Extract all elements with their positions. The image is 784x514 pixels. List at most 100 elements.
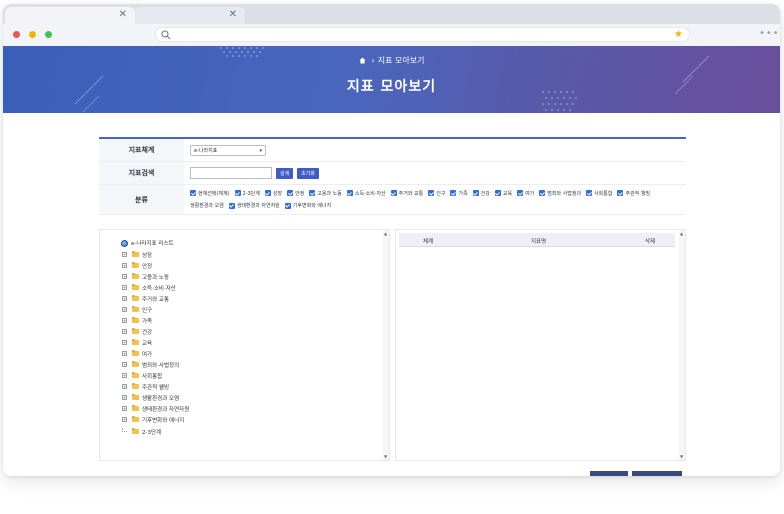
category-checkbox[interactable]: 범죄와 사법정의	[539, 188, 581, 198]
tree-item[interactable]: + 안정	[122, 261, 152, 270]
checkbox-checked-icon	[617, 190, 624, 197]
tree-scrollbar[interactable]: ▲ ▼	[383, 230, 389, 460]
tree-root[interactable]: e-나라지표 리스트	[121, 239, 174, 247]
search-button[interactable]: 검색	[276, 167, 294, 179]
expand-plus-icon[interactable]: +	[122, 373, 127, 378]
indicator-tree-panel[interactable]: e-나라지표 리스트 + 성장 + 안정 + 고용과 노동 + 소득·소비·자산 + 주거…	[99, 229, 390, 461]
folder-icon	[132, 294, 139, 301]
main-content: 지표체계 e-나라지표 ▾ 지표검색 검색 초기화 분류 현재선택(체계) 2-…	[3, 113, 780, 476]
expand-plus-icon[interactable]: +	[122, 417, 127, 422]
tree-item[interactable]: + 주관적 웰빙	[122, 382, 169, 391]
system-select[interactable]: e-나라지표 ▾	[190, 144, 266, 156]
tree-root-label: e-나라지표 리스트	[131, 241, 174, 247]
expand-plus-icon[interactable]: +	[122, 263, 127, 268]
window-maximize-button[interactable]	[45, 31, 52, 38]
expand-plus-icon[interactable]: +	[122, 274, 127, 279]
folder-icon	[132, 283, 139, 290]
checkbox-checked-icon	[190, 190, 196, 197]
tree-branch-icon	[122, 428, 127, 432]
filter-row-system: 지표체계 e-나라지표 ▾	[99, 139, 686, 162]
browser-tab-inactive[interactable]: ✕	[135, 7, 245, 24]
tree-item[interactable]: + 기후변화와 에너지	[122, 415, 184, 424]
folder-icon	[132, 360, 139, 367]
scroll-up-icon[interactable]: ▲	[680, 231, 683, 236]
address-bar[interactable]: ★	[155, 27, 690, 42]
category-checkbox[interactable]: 기후변화와 에너지	[284, 201, 331, 211]
tree-item[interactable]: + 성장	[122, 250, 152, 259]
expand-plus-icon[interactable]: +	[122, 340, 127, 345]
close-icon[interactable]: ✕	[229, 8, 237, 22]
tree-item[interactable]: + 교육	[122, 338, 152, 347]
category-checkbox[interactable]: 생활환경과 오염	[190, 201, 224, 211]
grid-scrollbar[interactable]: ▲ ▼	[679, 230, 685, 460]
grid-column-header: 지표명	[531, 239, 547, 245]
tree-item[interactable]: 2-3단계	[122, 427, 161, 436]
checkbox-checked-icon	[494, 190, 501, 197]
expand-plus-icon[interactable]: +	[122, 307, 127, 312]
tree-item[interactable]: + 건강	[122, 327, 152, 336]
category-checkbox[interactable]: 주관적 웰빙	[617, 188, 650, 198]
tree-item[interactable]: + 고용과 노동	[122, 272, 169, 281]
tree-item-label: 주거와 교통	[142, 296, 170, 303]
tree-item[interactable]: + 생활환경과 오염	[122, 393, 179, 402]
category-checkbox[interactable]: 2-3단계	[234, 188, 260, 198]
home-icon[interactable]	[359, 57, 366, 64]
tree-item[interactable]: + 사회통합	[122, 371, 162, 380]
bottom-action-button[interactable]	[590, 471, 628, 476]
folder-icon	[132, 305, 139, 312]
search-input[interactable]	[190, 167, 272, 179]
checkbox-checked-icon	[450, 190, 457, 197]
checkbox-checked-icon	[264, 190, 271, 197]
grid-column-header: 체계	[423, 239, 434, 245]
expand-plus-icon[interactable]: +	[122, 296, 127, 301]
category-checkbox[interactable]: 인구	[428, 188, 445, 198]
more-options-icon[interactable]: •••	[759, 27, 780, 41]
bookmark-star-icon[interactable]: ★	[674, 28, 683, 41]
window-close-button[interactable]	[13, 31, 20, 38]
category-checkbox[interactable]: 생태환경과 자연자원	[228, 201, 280, 211]
expand-plus-icon[interactable]: +	[122, 285, 127, 290]
category-checkbox[interactable]: 고용과 노동	[309, 188, 342, 198]
tree-item[interactable]: + 범죄와 사법정의	[122, 360, 179, 369]
category-checkbox[interactable]: 소득·소비·자산	[346, 188, 386, 198]
expand-plus-icon[interactable]: +	[122, 252, 127, 257]
expand-plus-icon[interactable]: +	[122, 395, 127, 400]
tree-item[interactable]: + 가족	[122, 316, 152, 325]
expand-plus-icon[interactable]: +	[122, 351, 127, 356]
scroll-down-icon[interactable]: ▼	[384, 454, 387, 459]
scroll-up-icon[interactable]: ▲	[384, 231, 387, 236]
tree-item[interactable]: + 생태환경과 자연자원	[122, 404, 189, 413]
browser-tab-active[interactable]: ✕	[5, 7, 135, 24]
checkbox-checked-icon	[539, 190, 546, 197]
bottom-action-button[interactable]	[632, 471, 682, 476]
category-checkbox[interactable]: 여가	[517, 188, 534, 198]
tree-item[interactable]: + 여가	[122, 349, 152, 358]
expand-plus-icon[interactable]: +	[122, 329, 127, 334]
tree-item[interactable]: + 소득·소비·자산	[122, 283, 176, 292]
category-checkbox[interactable]: 건강	[472, 188, 490, 198]
expand-plus-icon[interactable]: +	[122, 384, 127, 389]
checkbox-checked-icon	[517, 190, 524, 197]
category-checkbox[interactable]: 안정	[287, 188, 304, 198]
expand-plus-icon[interactable]: +	[122, 362, 127, 367]
category-checkbox[interactable]: 현재선택(체계)	[190, 188, 230, 198]
tree-item-label: 범죄와 사법정의	[142, 362, 180, 369]
tree-item[interactable]: + 주거와 교통	[122, 294, 169, 303]
category-checkbox[interactable]: 가족	[450, 188, 468, 198]
checkbox-checked-icon	[287, 190, 294, 197]
category-checkbox[interactable]: 성장	[264, 188, 282, 198]
checkbox-checked-icon	[586, 190, 593, 197]
category-checkbox[interactable]: 주거와 교통	[390, 188, 423, 198]
scroll-down-icon[interactable]: ▼	[680, 454, 683, 459]
close-icon[interactable]: ✕	[119, 8, 127, 22]
window-minimize-button[interactable]	[29, 31, 36, 38]
browser-toolbar: ★ •••	[3, 24, 780, 46]
folder-icon	[132, 427, 139, 434]
category-checkbox[interactable]: 사회통합	[586, 188, 612, 198]
checkbox-checked-icon	[228, 202, 235, 209]
expand-plus-icon[interactable]: +	[122, 406, 127, 411]
tree-item[interactable]: + 인구	[122, 305, 152, 314]
reset-button[interactable]: 초기화	[297, 167, 320, 179]
category-checkbox[interactable]: 교육	[494, 188, 512, 198]
expand-plus-icon[interactable]: +	[122, 318, 127, 323]
